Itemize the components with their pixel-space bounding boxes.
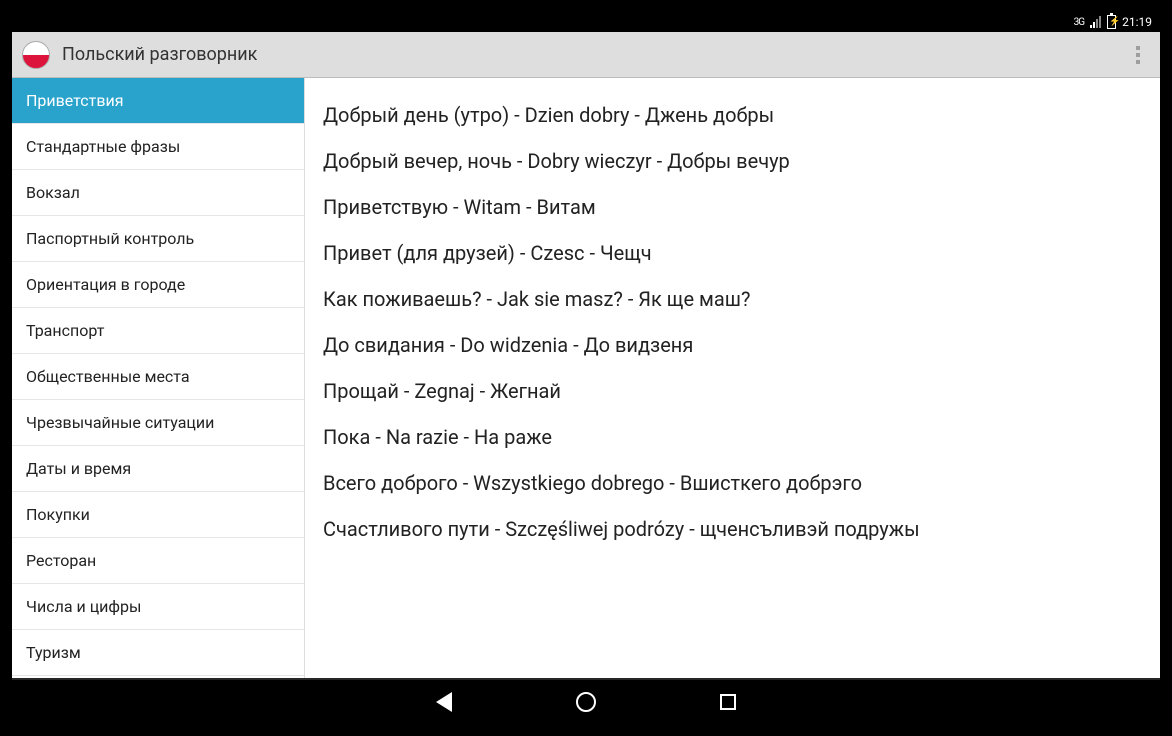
- screen: 3G ⚡ 21:19 Польский разговорник Приветст…: [12, 12, 1160, 724]
- sidebar-item[interactable]: Стандартные фразы: [12, 124, 304, 170]
- poland-flag-icon: [22, 41, 50, 69]
- phrase-item[interactable]: Привет (для друзей) - Czesc - Чещч: [323, 230, 1142, 276]
- sidebar-item[interactable]: Покупки: [12, 492, 304, 538]
- sidebar-item[interactable]: Числа и цифры: [12, 584, 304, 630]
- sidebar-item[interactable]: Вокзал: [12, 170, 304, 216]
- content-area: ПриветствияСтандартные фразыВокзалПаспор…: [12, 78, 1160, 678]
- phrase-item[interactable]: Пока - Na razie - На раже: [323, 414, 1142, 460]
- clock: 21:19: [1122, 15, 1152, 29]
- phrase-list[interactable]: Добрый день (утро) - Dzien dobry - Джень…: [304, 78, 1160, 678]
- device-frame: 3G ⚡ 21:19 Польский разговорник Приветст…: [0, 0, 1172, 736]
- phrase-item[interactable]: Добрый вечер, ночь - Dobry wieczyr - Доб…: [323, 138, 1142, 184]
- category-sidebar[interactable]: ПриветствияСтандартные фразыВокзалПаспор…: [12, 78, 304, 678]
- phrase-item[interactable]: Приветствую - Witam - Витам: [323, 184, 1142, 230]
- battery-icon: ⚡: [1107, 15, 1116, 29]
- signal-icon: [1090, 16, 1101, 28]
- phrase-item[interactable]: До свидания - Do widzenia - До видзеня: [323, 322, 1142, 368]
- phrase-item[interactable]: Прощай - Zegnaj - Жегнай: [323, 368, 1142, 414]
- sidebar-item[interactable]: Ориентация в городе: [12, 262, 304, 308]
- recent-apps-button[interactable]: [717, 691, 739, 713]
- sidebar-item[interactable]: Паспортный контроль: [12, 216, 304, 262]
- sidebar-item[interactable]: Чрезвычайные ситуации: [12, 400, 304, 446]
- phrase-item[interactable]: Счастливого пути - Szczęśliwej podrózy -…: [323, 506, 1142, 552]
- sidebar-item[interactable]: Ресторан: [12, 538, 304, 584]
- phrase-item[interactable]: Добрый день (утро) - Dzien dobry - Джень…: [323, 92, 1142, 138]
- sidebar-item[interactable]: Общественные места: [12, 354, 304, 400]
- action-bar: Польский разговорник: [12, 32, 1160, 78]
- network-type: 3G: [1074, 17, 1084, 28]
- app-title: Польский разговорник: [62, 44, 1126, 65]
- phrase-item[interactable]: Всего доброго - Wszystkiego dobrego - Вш…: [323, 460, 1142, 506]
- home-button[interactable]: [575, 691, 597, 713]
- status-bar: 3G ⚡ 21:19: [12, 12, 1160, 32]
- sidebar-item[interactable]: Транспорт: [12, 308, 304, 354]
- back-button[interactable]: [433, 691, 455, 713]
- phrase-item[interactable]: Как поживаешь? - Jak sie masz? - Як ще м…: [323, 276, 1142, 322]
- navigation-bar: [12, 678, 1160, 724]
- sidebar-item[interactable]: Даты и время: [12, 446, 304, 492]
- sidebar-item[interactable]: Туризм: [12, 630, 304, 676]
- overflow-menu-button[interactable]: [1126, 46, 1150, 64]
- sidebar-item[interactable]: Приветствия: [12, 78, 304, 124]
